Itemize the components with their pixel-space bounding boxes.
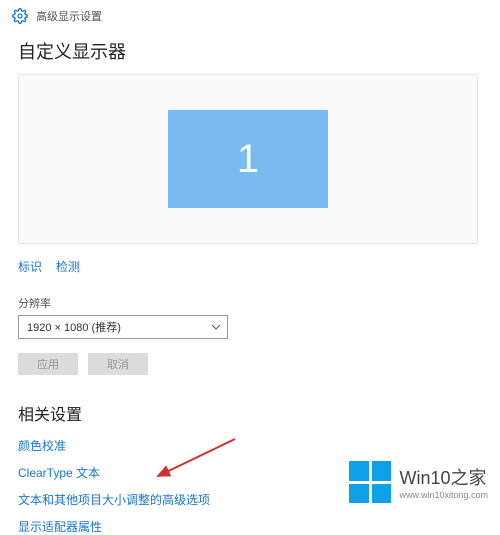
window-header: 高级显示设置 (0, 0, 500, 32)
color-calibration-link[interactable]: 颜色校准 (18, 437, 482, 454)
chevron-down-icon (211, 322, 221, 332)
gear-icon (12, 8, 28, 24)
display-actions-row: 标识 检测 (18, 258, 482, 275)
content-area: 自定义显示器 1 标识 检测 分辨率 1920 × 1080 (推荐) 应用 取… (0, 32, 500, 535)
customize-display-title: 自定义显示器 (18, 38, 482, 64)
watermark-url: www.win10xitong.com (399, 490, 488, 500)
related-settings-title: 相关设置 (18, 401, 482, 425)
apply-button[interactable]: 应用 (18, 353, 78, 375)
identify-link[interactable]: 标识 (18, 258, 42, 275)
resolution-value: 1920 × 1080 (推荐) (27, 319, 121, 335)
watermark: Win10之家 www.win10xitong.com (349, 461, 488, 503)
display-preview-area: 1 (18, 74, 478, 244)
window-title: 高级显示设置 (36, 8, 102, 24)
detect-link[interactable]: 检测 (56, 258, 80, 275)
button-row: 应用 取消 (18, 353, 482, 375)
monitor-number: 1 (237, 137, 259, 182)
watermark-title: Win10之家 (399, 464, 488, 490)
resolution-select[interactable]: 1920 × 1080 (推荐) (18, 315, 228, 339)
monitor-1[interactable]: 1 (168, 110, 328, 208)
cancel-button[interactable]: 取消 (88, 353, 148, 375)
adapter-properties-link[interactable]: 显示适配器属性 (18, 518, 482, 535)
resolution-label: 分辨率 (18, 295, 482, 311)
windows-logo-icon (349, 461, 391, 503)
watermark-text: Win10之家 www.win10xitong.com (399, 464, 488, 500)
